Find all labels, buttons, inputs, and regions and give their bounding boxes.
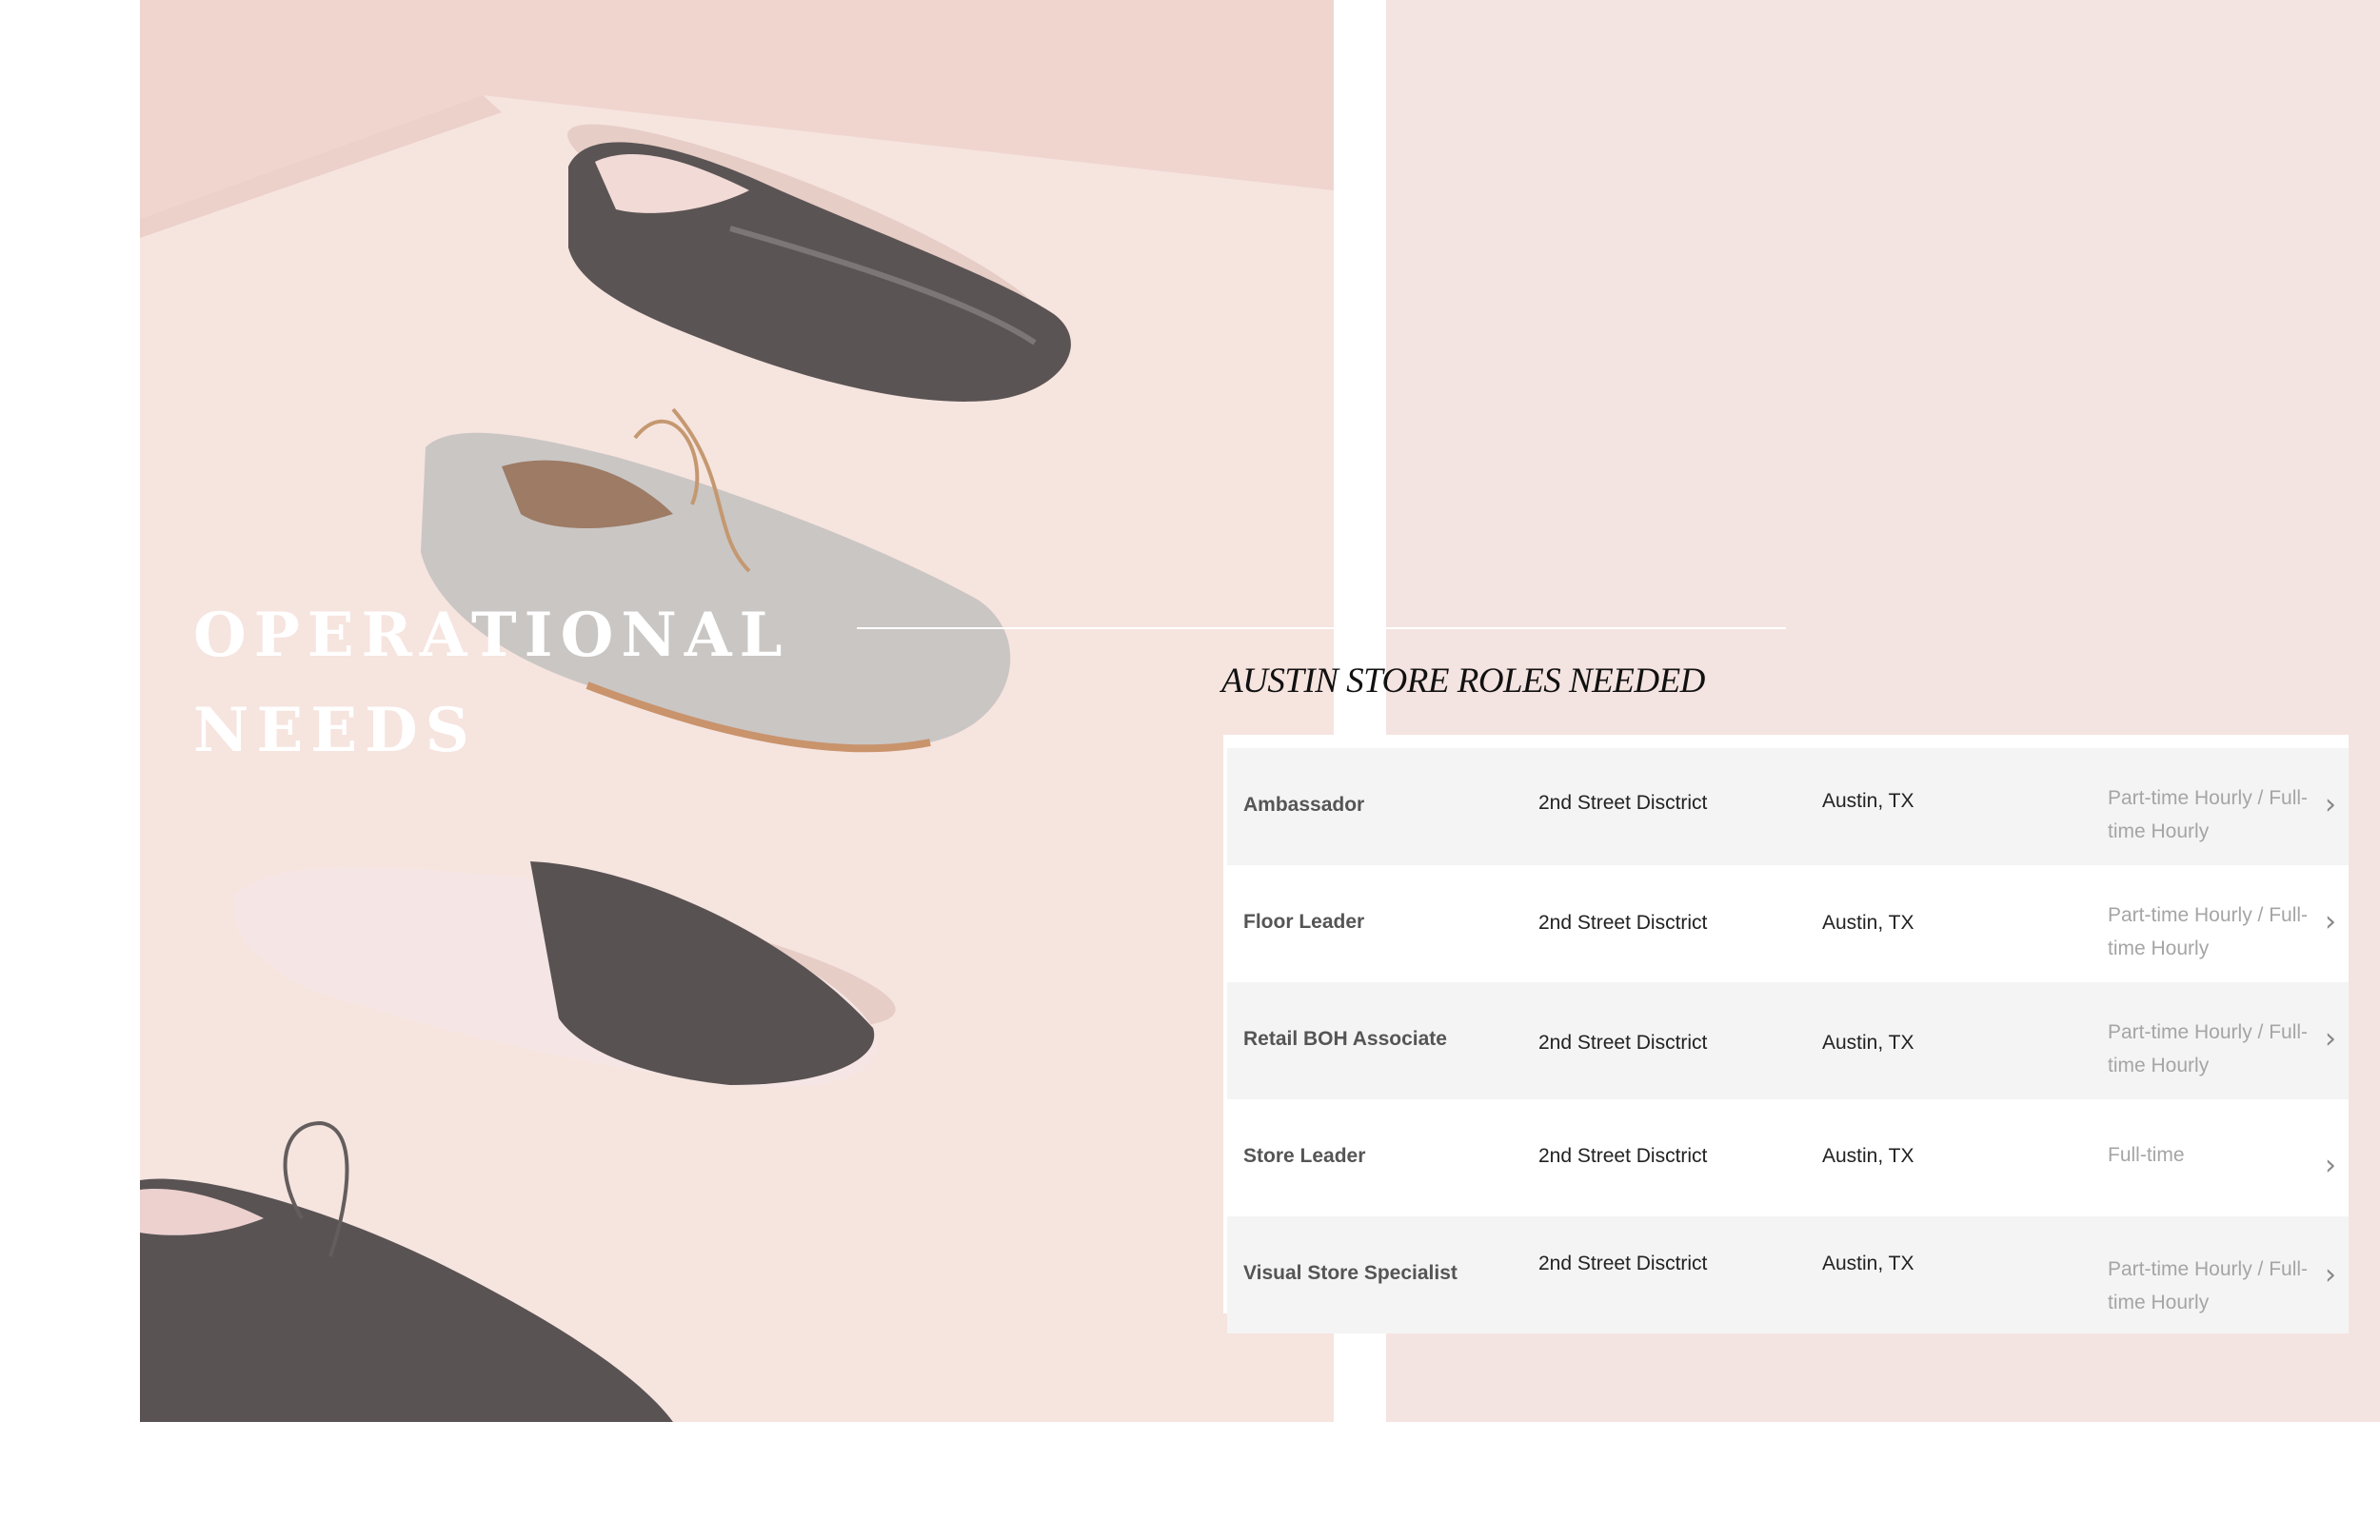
chevron-right-icon[interactable]: › (2325, 788, 2336, 821)
chevron-right-icon[interactable]: › (2325, 1022, 2336, 1056)
chevron-right-icon[interactable]: › (2325, 1149, 2336, 1182)
role-employment-type: Part-time Hourly / Full-time Hourly (2108, 904, 2309, 959)
role-district: 2nd Street Disctrict (1538, 1253, 1708, 1274)
chevron-right-icon[interactable]: › (2325, 905, 2336, 938)
role-title: Floor Leader (1243, 911, 1365, 933)
role-employment-type: Full-time (2108, 1144, 2185, 1166)
role-city: Austin, TX (1822, 912, 1914, 934)
role-city: Austin, TX (1822, 1253, 1914, 1274)
role-district: 2nd Street Disctrict (1538, 912, 1708, 934)
role-employment-type: Part-time Hourly / Full-time Hourly (2108, 1021, 2309, 1076)
role-city: Austin, TX (1822, 1032, 1914, 1054)
role-row-visual-store-specialist[interactable]: Visual Store Specialist 2nd Street Disct… (1227, 1216, 2349, 1333)
role-employment-type: Part-time Hourly / Full-time Hourly (2108, 787, 2309, 842)
role-title: Ambassador (1243, 794, 1365, 816)
role-city: Austin, TX (1822, 790, 1914, 812)
role-row-ambassador[interactable]: Ambassador 2nd Street Disctrict Austin, … (1227, 748, 2349, 865)
title-divider-line (857, 627, 1786, 629)
role-city: Austin, TX (1822, 1145, 1914, 1167)
page-title: OPERATIONAL NEEDS (193, 588, 789, 779)
role-title: Store Leader (1243, 1145, 1366, 1167)
roles-section-heading: AUSTIN STORE ROLES NEEDED (1221, 661, 1705, 701)
role-district: 2nd Street Disctrict (1538, 1032, 1708, 1054)
page-title-line-1: OPERATIONAL (193, 600, 790, 671)
role-title: Visual Store Specialist (1243, 1262, 1458, 1284)
role-district: 2nd Street Disctrict (1538, 1145, 1708, 1167)
role-district: 2nd Street Disctrict (1538, 792, 1708, 814)
role-row-store-leader[interactable]: Store Leader 2nd Street Disctrict Austin… (1227, 1099, 2349, 1216)
role-title: Retail BOH Associate (1243, 1028, 1447, 1050)
roles-table: Ambassador 2nd Street Disctrict Austin, … (1223, 735, 2349, 1333)
chevron-right-icon[interactable]: › (2325, 1258, 2336, 1292)
role-row-floor-leader[interactable]: Floor Leader 2nd Street Disctrict Austin… (1227, 865, 2349, 982)
role-employment-type: Part-time Hourly / Full-time Hourly (2108, 1258, 2309, 1313)
role-row-retail-boh-associate[interactable]: Retail BOH Associate 2nd Street Disctric… (1227, 982, 2349, 1099)
page-title-line-2: NEEDS (193, 695, 477, 766)
